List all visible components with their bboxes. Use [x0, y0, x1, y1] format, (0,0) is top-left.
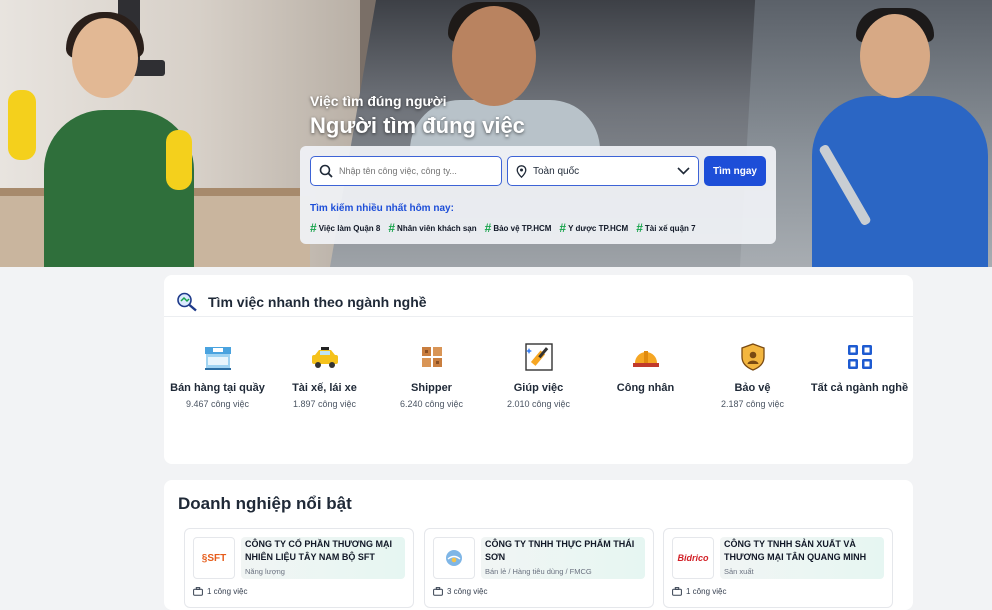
location-select[interactable]: Toàn quốc [507, 156, 699, 186]
featured-companies-card: Doanh nghiệp nổi bật § SFT CÔNG TY CỔ PHẦ… [164, 480, 913, 610]
hashtag-icon: # [310, 221, 317, 235]
trending-tag-label: Y dược TP.HCM [568, 223, 629, 233]
trending-tag[interactable]: # Nhân viên khách sạn [388, 221, 476, 235]
trending-tags: # Việc làm Quận 8 # Nhân viên khách sạn # B… [310, 221, 696, 235]
category-list: Bán hàng tại quầy 9.467 công việc Tài xế… [164, 341, 913, 409]
location-pin-icon [516, 164, 527, 178]
category-name: Giúp việc [513, 382, 564, 394]
company-logo: Bidrico [672, 537, 714, 579]
hashtag-icon: # [388, 221, 396, 235]
category-item[interactable]: Giúp việc 2.010 công việc [485, 341, 592, 409]
package-icon [421, 347, 442, 367]
trending-tag[interactable]: # Y dược TP.HCM [559, 221, 628, 235]
company-logo-mark [446, 550, 462, 566]
category-item[interactable]: Shipper 6.240 công việc [378, 341, 485, 409]
company-name: CÔNG TY TNHH THỰC PHẨM THÁI SƠN [485, 539, 635, 562]
yellow-glove-thumb [166, 130, 192, 190]
category-name: Bán hàng tại quầy [170, 382, 265, 394]
category-count: 9.467 công việc [185, 399, 250, 409]
shield-icon [740, 343, 765, 371]
trending-tag[interactable]: # Bảo vệ TP.HCM [485, 221, 552, 235]
hero-banner: Việc tìm đúng người Người tìm đúng việc … [0, 0, 992, 267]
company-logo: § SFT [193, 537, 235, 579]
trending-tag[interactable]: # Việc làm Quận 8 [310, 221, 380, 235]
company-industry: Bán lẻ / Hàng tiêu dùng / FMCG [485, 567, 592, 576]
location-value: Toàn quốc [533, 165, 580, 177]
trending-tag-label: Nhân viên khách sạn [397, 223, 477, 233]
grid-icon [847, 345, 872, 369]
category-item[interactable]: Công nhân [592, 341, 699, 409]
company-card[interactable]: Bidrico CÔNG TY TNHH SẢN XUẤT VÀ THƯƠNG … [663, 528, 893, 608]
cleaning-icon [524, 343, 553, 371]
driver-face [452, 6, 536, 106]
hashtag-icon: # [559, 221, 567, 235]
hardhat-icon [632, 351, 659, 367]
search-button[interactable]: Tìm ngay [704, 156, 766, 186]
category-name: Tài xế, lái xe [292, 382, 357, 394]
trending-tag-label: Tài xế quận 7 [644, 223, 696, 233]
category-count: 2.187 công việc [720, 399, 785, 409]
category-item[interactable]: Tài xế, lái xe 1.897 công việc [271, 341, 378, 409]
category-name: Tất cả ngành nghề [810, 382, 909, 394]
hero-subtitle: Việc tìm đúng người [310, 93, 447, 109]
category-name: Bảo vệ [734, 382, 771, 394]
hashtag-icon: # [636, 221, 643, 235]
hero-title: Người tìm đúng việc [310, 113, 525, 138]
chevron-down-icon [677, 167, 690, 175]
category-section-title: Tìm việc nhanh theo ngành nghề [208, 293, 427, 310]
category-item[interactable]: Bảo vệ 2.187 công việc [699, 341, 806, 409]
search-icon [319, 164, 333, 178]
company-industry: Sản xuất [724, 567, 754, 576]
mechanic-face [860, 14, 930, 98]
job-category-card: Tìm việc nhanh theo ngành nghề Bán hàng … [164, 275, 913, 464]
category-count: 6.240 công việc [399, 399, 464, 409]
shop-icon [204, 347, 231, 370]
category-name: Công nhân [616, 382, 675, 394]
search-jobs-icon [177, 292, 197, 311]
category-item[interactable]: Bán hàng tại quầy 9.467 công việc [164, 341, 271, 409]
yellow-glove [8, 90, 36, 160]
company-card[interactable]: § SFT CÔNG TY CỔ PHẦN THƯƠNG MẠI NHIÊN LI… [184, 528, 414, 608]
housekeeper-face [72, 18, 138, 98]
category-count: 1.897 công việc [292, 399, 357, 409]
company-name: CÔNG TY TNHH SẢN XUẤT VÀ THƯƠNG MẠI TÂN … [724, 539, 867, 562]
trending-tag-label: Việc làm Quận 8 [318, 223, 381, 233]
category-header: Tìm việc nhanh theo ngành nghề [164, 275, 913, 317]
keyword-search-field[interactable] [310, 156, 502, 186]
category-item[interactable]: Tất cả ngành nghề [806, 341, 913, 409]
category-count: 2.010 công việc [506, 399, 571, 409]
trending-tag-label: Bảo vệ TP.HCM [493, 223, 552, 233]
taxi-icon [311, 347, 338, 368]
company-industry: Năng lượng [245, 567, 285, 576]
trending-label: Tìm kiếm nhiều nhất hôm nay: [310, 203, 454, 214]
hashtag-icon: # [484, 221, 492, 235]
company-name: CÔNG TY CỔ PHẦN THƯƠNG MẠI NHIÊN LIỆU TÂ… [245, 539, 392, 562]
keyword-search-input[interactable] [339, 166, 489, 176]
trending-tag[interactable]: # Tài xế quận 7 [636, 221, 695, 235]
company-card[interactable]: CÔNG TY TNHH THỰC PHẨM THÁI SƠN Bán lẻ /… [424, 528, 654, 608]
company-logo [433, 537, 475, 579]
search-panel: Toàn quốc Tìm ngay Tìm kiếm nhiều nhất h… [300, 146, 776, 244]
featured-companies-title: Doanh nghiệp nổi bật [178, 494, 352, 513]
category-name: Shipper [411, 382, 452, 394]
